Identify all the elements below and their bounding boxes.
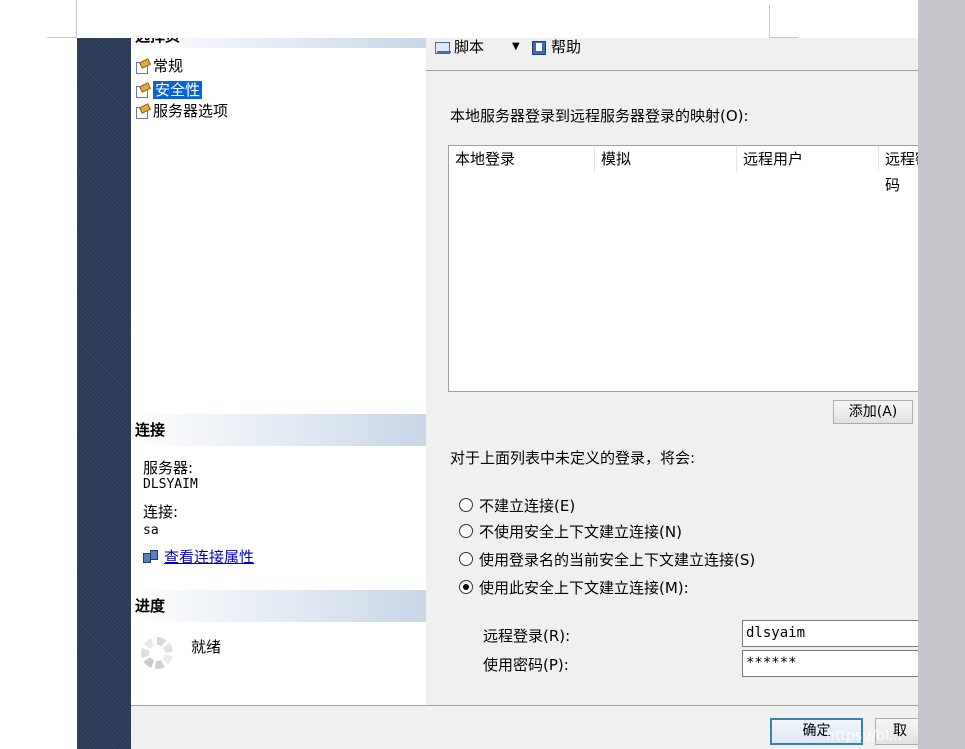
script-icon (435, 40, 451, 54)
watermark-text: https://bl... (826, 728, 903, 744)
page-border-line (769, 5, 770, 37)
nav-item-label: 服务器选项 (153, 102, 229, 120)
radio-indicator[interactable] (459, 552, 473, 566)
radio-label: 不建立连接(E) (479, 496, 576, 515)
server-label: 服务器: (143, 459, 194, 477)
progress-status: 就绪 (191, 638, 222, 656)
password-label: 使用密码(P): (483, 656, 569, 674)
page-icon (135, 84, 149, 98)
linked-server-properties-dialog: 选择页 常规 安全性 服务器选项 连接 服务器: DLSYAIM 连接: sa … (77, 38, 918, 749)
dialog-side-banner (77, 38, 131, 749)
window-scrollbar[interactable] (918, 0, 965, 749)
footer-divider (131, 705, 918, 706)
script-button[interactable]: 脚本 (435, 38, 484, 56)
page-icon (135, 105, 149, 119)
view-connection-properties-link[interactable]: 查看连接属性 (143, 546, 254, 567)
radio-indicator[interactable] (459, 498, 473, 512)
progress-header: 进度 (131, 590, 426, 622)
nav-item-label: 安全性 (153, 81, 203, 99)
remote-login-input[interactable]: dlsyaim (742, 620, 918, 647)
radio-this-security-context[interactable]: 使用此安全上下文建立连接(M): (459, 576, 689, 598)
mapping-title: 本地服务器登录到远程服务器登录的映射(O): (450, 107, 749, 125)
page-border-line (76, 0, 77, 37)
connection-label: 连接: (143, 503, 179, 521)
help-icon (532, 40, 548, 55)
column-header-remote-password[interactable]: 远程密码 (879, 146, 918, 194)
page-icon (135, 60, 149, 74)
connection-header: 连接 (131, 414, 426, 446)
radio-label: 使用登录名的当前安全上下文建立连接(S) (479, 550, 756, 569)
radio-current-security-context[interactable]: 使用登录名的当前安全上下文建立连接(S) (459, 548, 755, 570)
security-page-content: 本地服务器登录到远程服务器登录的映射(O): 本地登录 模拟 远程用户 远程密码… (426, 71, 918, 705)
script-dropdown-arrow-icon[interactable]: ▼ (512, 38, 520, 56)
password-input[interactable]: ****** (742, 650, 918, 677)
view-connection-properties-text[interactable]: 查看连接属性 (164, 546, 254, 567)
nav-item-server-options[interactable]: 服务器选项 (135, 102, 228, 120)
nav-item-general[interactable]: 常规 (135, 57, 183, 75)
column-header-impersonate[interactable]: 模拟 (595, 146, 737, 172)
progress-spinner-icon (141, 637, 173, 669)
add-button[interactable]: 添加(A) (833, 400, 913, 424)
login-mapping-grid[interactable]: 本地登录 模拟 远程用户 远程密码 (448, 145, 918, 392)
radio-label: 不使用安全上下文建立连接(N) (479, 522, 682, 541)
connection-value: sa (143, 523, 159, 538)
radio-without-security-context[interactable]: 不使用安全上下文建立连接(N) (459, 520, 682, 542)
radio-label: 使用此安全上下文建立连接(M): (479, 578, 689, 597)
undefined-logins-prompt: 对于上面列表中未定义的登录，将会: (450, 449, 696, 467)
radio-no-connection[interactable]: 不建立连接(E) (459, 494, 575, 516)
left-navigation-pane: 选择页 常规 安全性 服务器选项 连接 服务器: DLSYAIM 连接: sa … (131, 38, 427, 705)
toolbar: 脚本 ▼ 帮助 (426, 38, 918, 71)
select-page-header: 选择页 (131, 38, 426, 48)
help-label: 帮助 (551, 38, 582, 56)
column-header-remote-user[interactable]: 远程用户 (737, 146, 879, 172)
column-header-local-login[interactable]: 本地登录 (449, 146, 595, 172)
server-value: DLSYAIM (143, 477, 198, 492)
nav-item-label: 常规 (153, 57, 184, 75)
nav-item-security[interactable]: 安全性 (135, 81, 203, 99)
script-label: 脚本 (454, 38, 485, 56)
help-button[interactable]: 帮助 (532, 38, 581, 56)
radio-indicator[interactable] (459, 524, 473, 538)
page-border-line (47, 37, 77, 38)
connection-properties-icon (143, 550, 158, 563)
remote-login-label: 远程登录(R): (483, 627, 571, 645)
radio-indicator-selected[interactable] (459, 580, 473, 594)
